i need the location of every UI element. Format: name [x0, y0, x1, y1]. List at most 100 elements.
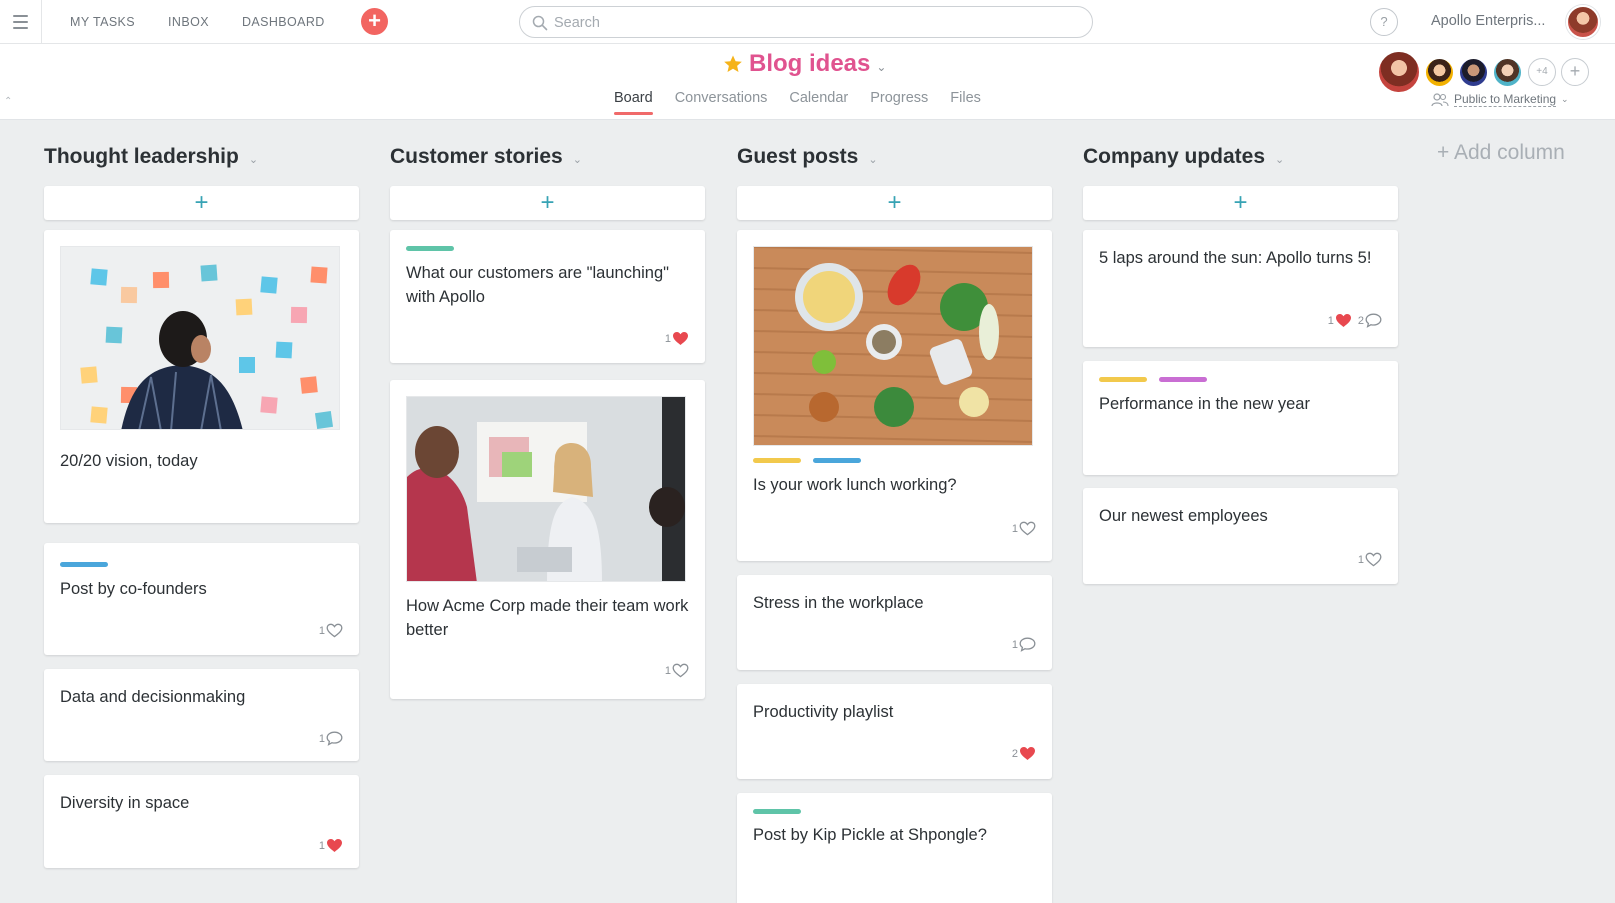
card-tags	[1099, 377, 1207, 382]
task-card[interactable]: Post by Kip Pickle at Shpongle?	[737, 793, 1052, 903]
comment-icon[interactable]	[326, 731, 343, 746]
tag-teal	[406, 246, 454, 251]
card-meta: 1	[319, 838, 343, 853]
heart-filled-icon[interactable]	[1019, 746, 1036, 761]
comment-count[interactable]: 1	[319, 731, 343, 746]
column-title[interactable]: Guest posts	[737, 145, 858, 169]
like-count-value: 1	[664, 664, 671, 677]
task-card[interactable]: Data and decisionmaking 1	[44, 669, 359, 761]
column-header: Thought leadership ⌄	[44, 139, 359, 175]
add-task-button[interactable]: +	[390, 186, 705, 220]
chevron-down-icon[interactable]: ⌄	[249, 153, 258, 166]
search-icon	[532, 15, 548, 31]
nav-my-tasks[interactable]: MY TASKS	[70, 15, 135, 29]
heart-outline-icon[interactable]	[326, 623, 343, 638]
top-navigation: MY TASKS INBOX DASHBOARD	[70, 0, 325, 44]
column-title[interactable]: Customer stories	[390, 145, 563, 169]
hamburger-menu-icon[interactable]	[0, 0, 42, 44]
like-count[interactable]: 1	[319, 623, 343, 638]
comment-count[interactable]: 1	[1012, 637, 1036, 652]
add-member-button[interactable]: +	[1561, 58, 1589, 86]
card-title: How Acme Corp made their team work bette…	[406, 597, 689, 639]
chevron-down-icon[interactable]: ⌄	[1275, 153, 1284, 166]
help-button[interactable]: ?	[1370, 8, 1398, 36]
search-input[interactable]	[554, 13, 1074, 33]
member-avatar[interactable]	[1458, 56, 1489, 88]
card-meta: 2	[1012, 746, 1036, 761]
heart-outline-icon[interactable]	[1365, 552, 1382, 567]
add-column-button[interactable]: + Add column	[1437, 141, 1565, 165]
card-tags	[753, 458, 861, 463]
heart-filled-icon[interactable]	[326, 838, 343, 853]
nav-inbox[interactable]: INBOX	[168, 15, 209, 29]
favorite-star-icon[interactable]	[723, 54, 743, 74]
task-card[interactable]: 20/20 vision, today	[44, 230, 359, 523]
task-card[interactable]: Performance in the new year	[1083, 361, 1398, 475]
organization-switcher[interactable]: Apollo Enterpris...	[1431, 13, 1545, 29]
like-count[interactable]: 1	[1358, 552, 1382, 567]
member-avatar[interactable]	[1492, 56, 1523, 88]
card-cover-image	[753, 246, 1033, 446]
task-card[interactable]: 5 laps around the sun: Apollo turns 5! 1…	[1083, 230, 1398, 347]
like-count[interactable]: 1	[1328, 313, 1352, 328]
like-count[interactable]: 1	[1012, 521, 1036, 536]
privacy-setting[interactable]: Public to Marketing ⌄	[1431, 92, 1569, 107]
like-count[interactable]: 1	[665, 331, 689, 346]
board-column: Thought leadership ⌄ + 20/20 vision, tod…	[44, 139, 359, 868]
more-members-badge[interactable]: +4	[1528, 58, 1556, 86]
task-card[interactable]: Diversity in space 1	[44, 775, 359, 868]
tab-files[interactable]: Files	[950, 90, 981, 115]
comment-count[interactable]: 2	[1358, 313, 1382, 328]
add-task-button[interactable]: +	[737, 186, 1052, 220]
like-count[interactable]: 1	[319, 838, 343, 853]
heart-filled-icon[interactable]	[1335, 313, 1352, 328]
card-title: Productivity playlist	[753, 703, 894, 721]
column-header: Guest posts ⌄	[737, 139, 1052, 175]
task-card[interactable]: Post by co-founders 1	[44, 543, 359, 655]
member-avatar[interactable]	[1424, 56, 1455, 88]
nav-dashboard[interactable]: DASHBOARD	[242, 15, 325, 29]
card-cover-image	[60, 246, 340, 430]
chevron-down-icon: ⌄	[1561, 94, 1569, 104]
add-task-button[interactable]: +	[1083, 186, 1398, 220]
comment-icon[interactable]	[1019, 637, 1036, 652]
like-count-value: 1	[318, 624, 325, 637]
collapse-header-icon[interactable]: ⌃	[4, 96, 12, 107]
column-title[interactable]: Thought leadership	[44, 145, 239, 169]
user-avatar[interactable]	[1566, 5, 1600, 39]
heart-filled-icon[interactable]	[672, 331, 689, 346]
heart-outline-icon[interactable]	[672, 663, 689, 678]
tab-board[interactable]: Board	[614, 90, 653, 115]
tab-conversations[interactable]: Conversations	[675, 90, 768, 115]
search-bar[interactable]	[519, 6, 1093, 38]
member-avatar[interactable]	[1377, 50, 1421, 94]
task-card[interactable]: Our newest employees 1	[1083, 488, 1398, 584]
task-card[interactable]: Is your work lunch working? 1	[737, 230, 1052, 561]
tag-teal	[753, 809, 801, 814]
card-meta: 1	[1012, 637, 1036, 652]
chevron-down-icon[interactable]: ⌄	[868, 153, 877, 166]
task-card[interactable]: How Acme Corp made their team work bette…	[390, 380, 705, 699]
card-meta: 1 2	[1328, 313, 1382, 328]
tab-progress[interactable]: Progress	[870, 90, 928, 115]
task-card[interactable]: What our customers are "launching" with …	[390, 230, 705, 363]
chevron-down-icon[interactable]: ⌄	[573, 153, 582, 166]
column-title[interactable]: Company updates	[1083, 145, 1265, 169]
add-task-button[interactable]: +	[44, 186, 359, 220]
task-card[interactable]: Stress in the workplace 1	[737, 575, 1052, 670]
board-column: Company updates ⌄ +5 laps around the sun…	[1083, 139, 1398, 584]
comment-icon[interactable]	[1365, 313, 1382, 328]
chevron-down-icon: ⌄	[876, 60, 887, 74]
tag-yellow	[1099, 377, 1147, 382]
card-meta: 1	[1358, 552, 1382, 567]
task-card[interactable]: Productivity playlist 2	[737, 684, 1052, 779]
project-title-dropdown[interactable]: Blog ideas ⌄	[723, 50, 886, 78]
like-count[interactable]: 2	[1012, 746, 1036, 761]
like-count[interactable]: 1	[665, 663, 689, 678]
quick-add-button[interactable]: +	[361, 8, 388, 35]
heart-outline-icon[interactable]	[1019, 521, 1036, 536]
tab-calendar[interactable]: Calendar	[789, 90, 848, 115]
column-header: Company updates ⌄	[1083, 139, 1398, 175]
project-title: Blog ideas	[749, 50, 871, 77]
people-icon	[1431, 92, 1449, 106]
